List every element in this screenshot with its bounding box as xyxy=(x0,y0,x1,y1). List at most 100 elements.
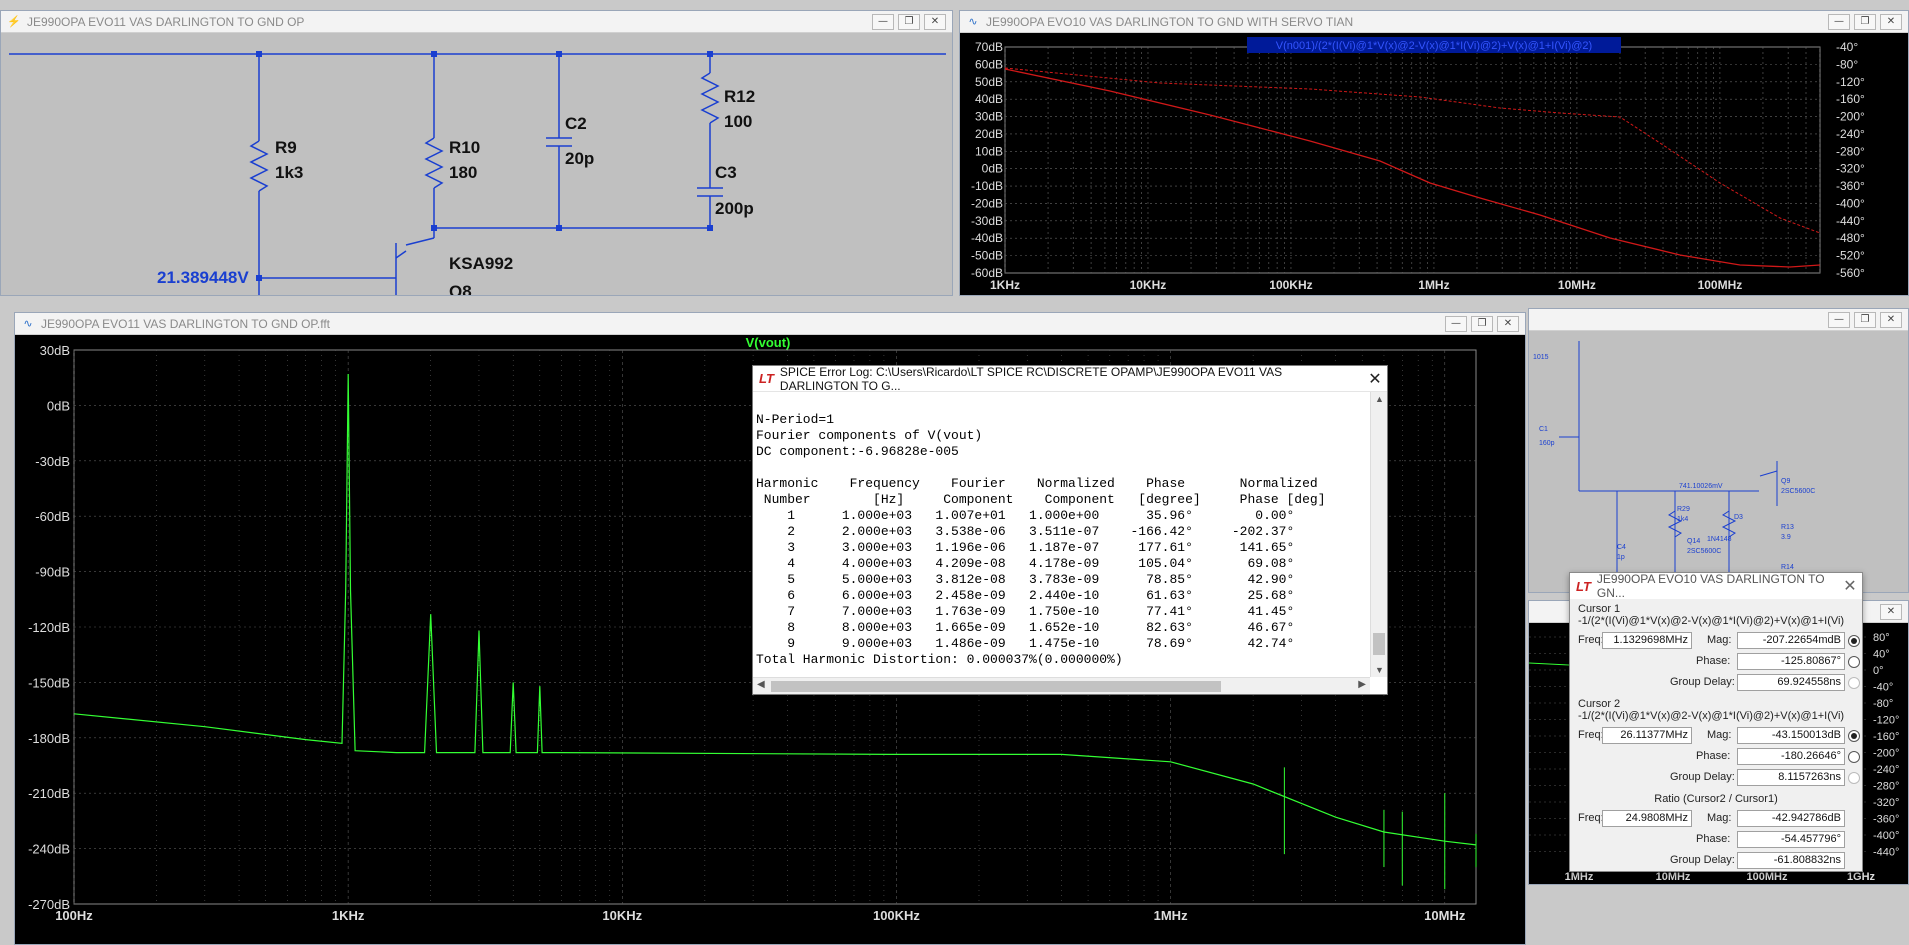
close-button[interactable]: ✕ xyxy=(1497,315,1519,332)
bode-y-right-tick: -440° xyxy=(1836,214,1865,228)
bode-titlebar[interactable]: ∿ JE990OPA EVO10 VAS DARLINGTON TO GND W… xyxy=(960,11,1908,33)
bode-y-left-tick: 60dB xyxy=(975,57,1003,71)
error-log-titlebar[interactable]: LT SPICE Error Log: C:\Users\Ricardo\LT … xyxy=(753,364,1387,393)
cursor1-phase-field[interactable]: -125.80867° xyxy=(1737,653,1845,670)
restore-button[interactable]: ❐ xyxy=(898,13,920,30)
bode-x-tick: 10KHz xyxy=(1130,278,1167,292)
cursor-window-titlebar[interactable]: LT JE990OPA EVO10 VAS DARLINGTON TO GN..… xyxy=(1570,572,1862,600)
bode-x-tick: 1KHz xyxy=(990,278,1020,292)
right-label-6: Q14 xyxy=(1687,538,1700,545)
error-log-line: 7 7.000e+03 1.763e-09 1.750e-10 77.41° 4… xyxy=(756,604,1295,619)
ratio-freq-field[interactable]: 24.9808MHz xyxy=(1602,810,1692,827)
bode-y-right-tick: -560° xyxy=(1836,266,1865,280)
close-icon[interactable]: ✕ xyxy=(1838,576,1862,596)
cursor1-freq-field[interactable]: 1.1329698MHz xyxy=(1602,632,1692,649)
minimize-button[interactable]: — xyxy=(1828,13,1850,30)
close-button[interactable]: ✕ xyxy=(1880,603,1902,620)
right-label-14: R14 xyxy=(1781,564,1794,571)
right-label-2: 160p xyxy=(1539,440,1555,447)
cursor2-mag-radio[interactable] xyxy=(1848,730,1860,742)
window-title: JE990OPA EVO10 VAS DARLINGTON TO GND WIT… xyxy=(986,14,1354,29)
cursor1-mag-field[interactable]: -207.22654mdB xyxy=(1737,632,1845,649)
cursor1-gd-radio[interactable] xyxy=(1848,677,1860,689)
error-log-line: Total Harmonic Distortion: 0.000037%(0.0… xyxy=(756,652,1123,667)
vertical-scrollbar[interactable]: ▲ ▼ xyxy=(1370,392,1387,677)
spice-error-log-dialog[interactable]: LT SPICE Error Log: C:\Users\Ricardo\LT … xyxy=(752,365,1388,695)
bode-y-right-tick: -240° xyxy=(1836,127,1865,141)
restore-button[interactable]: ❐ xyxy=(1471,315,1493,332)
fft-titlebar[interactable]: ∿ JE990OPA EVO11 VAS DARLINGTON TO GND O… xyxy=(15,313,1525,335)
right-bode-x-tick: 100MHz xyxy=(1747,871,1788,883)
cursor2-group-delay-field[interactable]: 8.1157263ns xyxy=(1737,769,1845,786)
bode-y-left-tick: 30dB xyxy=(975,110,1003,124)
right-bode-y-tick: -160° xyxy=(1873,731,1899,743)
bode-y-left-tick: 40dB xyxy=(975,92,1003,106)
fft-y-tick: -210dB xyxy=(28,786,70,801)
error-log-title: SPICE Error Log: C:\Users\Ricardo\LT SPI… xyxy=(779,364,1283,393)
bode-plot[interactable]: 70dB 60dB 50dB 40dB 30dB 20dB 10dB 0dB -10dB -20d… xyxy=(960,33,1908,295)
bode-y-right-tick: -480° xyxy=(1836,231,1865,245)
minimize-button[interactable]: — xyxy=(1828,311,1850,328)
horizontal-scrollbar[interactable]: ◀ ▶ xyxy=(753,677,1370,694)
error-log-line xyxy=(756,460,1369,476)
right-label-8: 1N4148 xyxy=(1707,536,1732,543)
error-log-line: 4 4.000e+03 4.209e-08 4.178e-09 105.04° … xyxy=(756,556,1295,571)
right-schematic-drawing: 1015 C1 160p 741.10026mV R29 1k4 Q14 2SC… xyxy=(1533,341,1815,592)
bode-y-right-tick: -280° xyxy=(1836,144,1865,158)
error-log-line: 1 1.000e+03 1.007e+01 1.000e+00 35.96° 0… xyxy=(756,508,1295,523)
bode-x-tick: 1MHz xyxy=(1418,278,1449,292)
right-bode-y-tick: 80° xyxy=(1873,632,1890,644)
right-schematic-window[interactable]: — ❐ ✕ 1015 C1 160p 741.10026mV R29 1k4 Q… xyxy=(1528,308,1909,593)
cursor2-freq-field[interactable]: 26.11377MHz xyxy=(1602,727,1692,744)
ratio-mag-field[interactable]: -42.942786dB xyxy=(1737,810,1845,827)
cursor1-phase-radio[interactable] xyxy=(1848,656,1860,668)
schematic-window[interactable]: ⚡ JE990OPA EVO11 VAS DARLINGTON TO GND O… xyxy=(0,10,953,296)
mag-label: Mag: xyxy=(1707,729,1732,741)
restore-button[interactable]: ❐ xyxy=(1854,13,1876,30)
cursor1-mag-radio[interactable] xyxy=(1848,635,1860,647)
schematic-canvas[interactable]: R9 1k3 R10 180 C2 20p R12 100 C3 200p KS… xyxy=(1,33,952,295)
cursor1-group-delay-field[interactable]: 69.924558ns xyxy=(1737,674,1845,691)
right-titlebar[interactable]: — ❐ ✕ xyxy=(1529,309,1908,331)
error-log-line: 6 6.000e+03 2.458e-09 2.440e-10 61.63° 2… xyxy=(756,588,1295,603)
node-voltage-label: 21.389448V xyxy=(157,268,249,287)
error-log-line: Fourier components of V(vout) xyxy=(756,428,983,443)
error-log-text[interactable]: N-Period=1 Fourier components of V(vout) D… xyxy=(756,412,1369,668)
right-bode-x-tick: 1MHz xyxy=(1565,871,1594,883)
fft-y-tick: -180dB xyxy=(28,731,70,746)
schematic-titlebar[interactable]: ⚡ JE990OPA EVO11 VAS DARLINGTON TO GND O… xyxy=(1,11,952,33)
bode-window[interactable]: ∿ JE990OPA EVO10 VAS DARLINGTON TO GND W… xyxy=(959,10,1909,296)
right-bode-y-tick: -120° xyxy=(1873,715,1899,727)
c2-ref: C2 xyxy=(565,114,587,133)
c3-value: 200p xyxy=(715,199,754,218)
group-delay-label: Group Delay: xyxy=(1670,771,1735,783)
ratio-group-delay-field[interactable]: -61.808832ns xyxy=(1737,852,1845,869)
bode-plot-svg: 70dB 60dB 50dB 40dB 30dB 20dB 10dB 0dB -10dB -20d… xyxy=(971,37,1865,292)
close-button[interactable]: ✕ xyxy=(1880,13,1902,30)
fft-y-tick: -30dB xyxy=(35,454,70,469)
bode-trace-label: V(n001)/(2*(I(Vi)@1*V(x)@2-V(x)@1*I(Vi)@… xyxy=(1276,40,1592,52)
bode-y-left-tick: 20dB xyxy=(975,127,1003,141)
close-icon[interactable]: ✕ xyxy=(1363,369,1387,389)
cursor2-phase-radio[interactable] xyxy=(1848,751,1860,763)
minimize-button[interactable]: — xyxy=(1445,315,1467,332)
waveform-icon: ∿ xyxy=(23,318,33,330)
right-schematic-canvas[interactable]: 1015 C1 160p 741.10026mV R29 1k4 Q14 2SC… xyxy=(1529,331,1908,592)
cursor2-gd-radio[interactable] xyxy=(1848,772,1860,784)
restore-button[interactable]: ❐ xyxy=(1854,311,1876,328)
cursor2-expression: -1/(2*(I(Vi)@1*V(x)@2-V(x)@1*I(Vi)@2)+V(… xyxy=(1578,710,1845,722)
bode-x-tick: 10MHz xyxy=(1558,278,1596,292)
close-button[interactable]: ✕ xyxy=(924,13,946,30)
cursor-readout-window[interactable]: LT JE990OPA EVO10 VAS DARLINGTON TO GN..… xyxy=(1569,572,1863,872)
mag-label: Mag: xyxy=(1707,812,1732,824)
r12-value: 100 xyxy=(724,112,752,131)
bode-y-left-tick: -50dB xyxy=(971,249,1003,263)
ratio-phase-field[interactable]: -54.457796° xyxy=(1737,831,1845,848)
minimize-button[interactable]: — xyxy=(872,13,894,30)
cursor2-phase-field[interactable]: -180.26646° xyxy=(1737,748,1845,765)
close-button[interactable]: ✕ xyxy=(1880,311,1902,328)
cursor2-mag-field[interactable]: -43.150013dB xyxy=(1737,727,1845,744)
phase-label: Phase: xyxy=(1696,750,1731,762)
ratio-label: Ratio (Cursor2 / Cursor1) xyxy=(1654,793,1778,805)
mag-label: Mag: xyxy=(1707,634,1732,646)
